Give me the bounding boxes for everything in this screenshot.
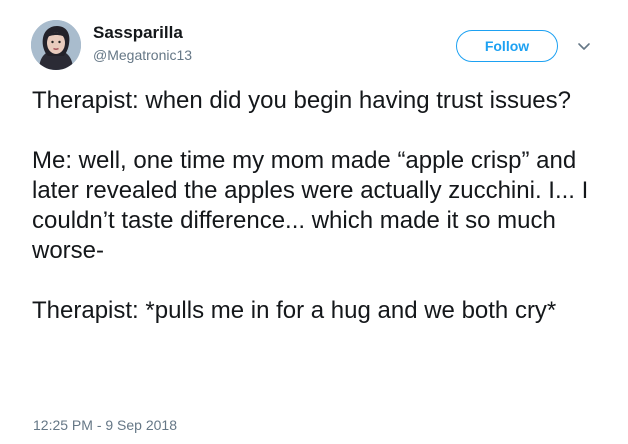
tweet-timestamp[interactable]: 12:25 PM - 9 Sep 2018 xyxy=(33,416,177,434)
tweet-card: Sassparilla @Megatronic13 Follow Therapi… xyxy=(0,0,628,444)
chevron-down-icon[interactable] xyxy=(574,36,594,56)
tweet-paragraph: Therapist: *pulls me in for a hug and we… xyxy=(32,297,557,324)
display-name[interactable]: Sassparilla xyxy=(93,23,192,43)
avatar[interactable] xyxy=(31,20,81,70)
user-info: Sassparilla @Megatronic13 xyxy=(93,23,192,64)
tweet-paragraph: Me: well, one time my mom made “apple cr… xyxy=(32,147,589,264)
user-handle[interactable]: @Megatronic13 xyxy=(93,46,192,64)
follow-button[interactable]: Follow xyxy=(456,30,558,62)
tweet-text: Therapist: when did you begin having tru… xyxy=(32,86,612,326)
tweet-paragraph: Therapist: when did you begin having tru… xyxy=(32,87,571,114)
